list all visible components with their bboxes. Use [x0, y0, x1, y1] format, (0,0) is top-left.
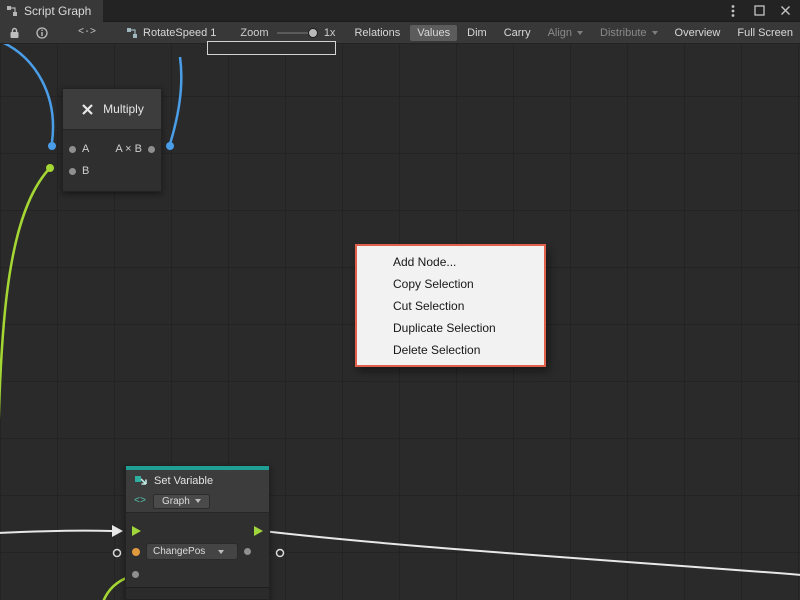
script-graph-window: Multiply A A × B B Set Var	[0, 0, 800, 600]
zoom-label: Zoom	[240, 27, 268, 39]
tab-title: Script Graph	[24, 4, 91, 18]
multiply-row-a: A A × B	[63, 138, 161, 160]
window-controls	[726, 4, 800, 18]
value-input-port[interactable]	[244, 548, 251, 555]
align-dropdown-button[interactable]: Align	[541, 25, 590, 41]
chevron-down-icon	[195, 499, 201, 503]
window-titlebar: Script Graph	[0, 0, 800, 22]
multiply-icon	[80, 102, 95, 117]
close-icon[interactable]	[778, 4, 792, 18]
distribute-label: Distribute	[600, 27, 646, 39]
set-variable-body: ChangePos	[126, 512, 269, 587]
graph-breadcrumb[interactable]: RotateSpeed 1	[126, 27, 216, 39]
menu-item-duplicate-selection[interactable]: Duplicate Selection	[357, 317, 544, 339]
menu-item-add-node[interactable]: Add Node...	[357, 251, 544, 273]
multiply-node-body: A A × B B	[63, 129, 161, 191]
menu-item-cut-selection[interactable]: Cut Selection	[357, 295, 544, 317]
lock-icon	[9, 27, 20, 39]
secondary-port-row	[126, 563, 269, 587]
distribute-dropdown-button[interactable]: Distribute	[593, 25, 664, 41]
chevron-down-icon	[652, 31, 658, 35]
set-variable-title: Set Variable	[154, 475, 213, 487]
context-menu: Add Node... Copy Selection Cut Selection…	[355, 244, 546, 367]
variable-name-dropdown[interactable]: ChangePos	[146, 543, 238, 560]
code-icon: <∙>	[78, 27, 96, 38]
code-view-button[interactable]: <∙>	[74, 22, 100, 44]
kebab-menu-icon[interactable]	[726, 4, 740, 18]
input-port-b[interactable]	[69, 168, 76, 175]
set-variable-subheader: <> Graph	[126, 493, 269, 512]
variable-name-label: ChangePos	[153, 546, 205, 557]
menu-item-copy-selection[interactable]: Copy Selection	[357, 273, 544, 295]
graph-name-label: RotateSpeed 1	[143, 27, 216, 39]
align-label: Align	[548, 27, 572, 39]
lock-button[interactable]	[5, 22, 24, 44]
flow-row	[126, 521, 269, 541]
zoom-slider-knob[interactable]	[308, 28, 318, 38]
set-variable-footer	[126, 587, 269, 599]
info-icon	[36, 27, 48, 39]
relations-button[interactable]: Relations	[347, 25, 407, 41]
maximize-icon[interactable]	[752, 4, 766, 18]
set-variable-header[interactable]: Set Variable	[126, 470, 269, 493]
graph-type-icon: <>	[134, 496, 146, 507]
variable-scope-dropdown[interactable]: Graph	[153, 494, 210, 509]
overview-button[interactable]: Overview	[668, 25, 728, 41]
flow-output-port[interactable]	[254, 526, 263, 536]
node-multiply[interactable]: Multiply A A × B B	[62, 88, 162, 192]
fallback-value-port[interactable]	[132, 571, 139, 578]
output-port[interactable]	[148, 146, 155, 153]
input-port-b-label: B	[82, 165, 89, 177]
dim-button[interactable]: Dim	[460, 25, 494, 41]
values-button[interactable]: Values	[410, 25, 457, 41]
info-button[interactable]	[32, 22, 52, 44]
variable-row: ChangePos	[126, 541, 269, 563]
script-graph-icon	[126, 27, 138, 39]
node-set-variable[interactable]: Set Variable <> Graph ChangePos	[125, 465, 270, 600]
multiply-row-b: B	[63, 160, 161, 182]
zoom-slider[interactable]	[277, 27, 318, 39]
graph-toolbar: <∙> RotateSpeed 1 Zoom 1x Relations Valu…	[0, 22, 800, 44]
chevron-down-icon	[577, 31, 583, 35]
script-graph-icon	[6, 5, 18, 17]
zoom-value: 1x	[324, 27, 336, 39]
input-port-a-label: A	[82, 143, 89, 155]
flow-input-port[interactable]	[132, 526, 141, 536]
variable-scope-label: Graph	[162, 496, 190, 507]
fullscreen-button[interactable]: Full Screen	[730, 25, 800, 41]
graph-title-field[interactable]	[207, 41, 336, 55]
variable-name-port[interactable]	[132, 548, 140, 556]
set-variable-icon	[134, 474, 148, 488]
tab-script-graph[interactable]: Script Graph	[0, 0, 103, 22]
input-port-a[interactable]	[69, 146, 76, 153]
multiply-node-title: Multiply	[103, 102, 144, 116]
menu-item-delete-selection[interactable]: Delete Selection	[357, 339, 544, 361]
multiply-node-header[interactable]: Multiply	[63, 89, 161, 129]
chevron-down-icon	[218, 550, 224, 554]
carry-button[interactable]: Carry	[497, 25, 538, 41]
output-port-label: A × B	[115, 143, 142, 155]
